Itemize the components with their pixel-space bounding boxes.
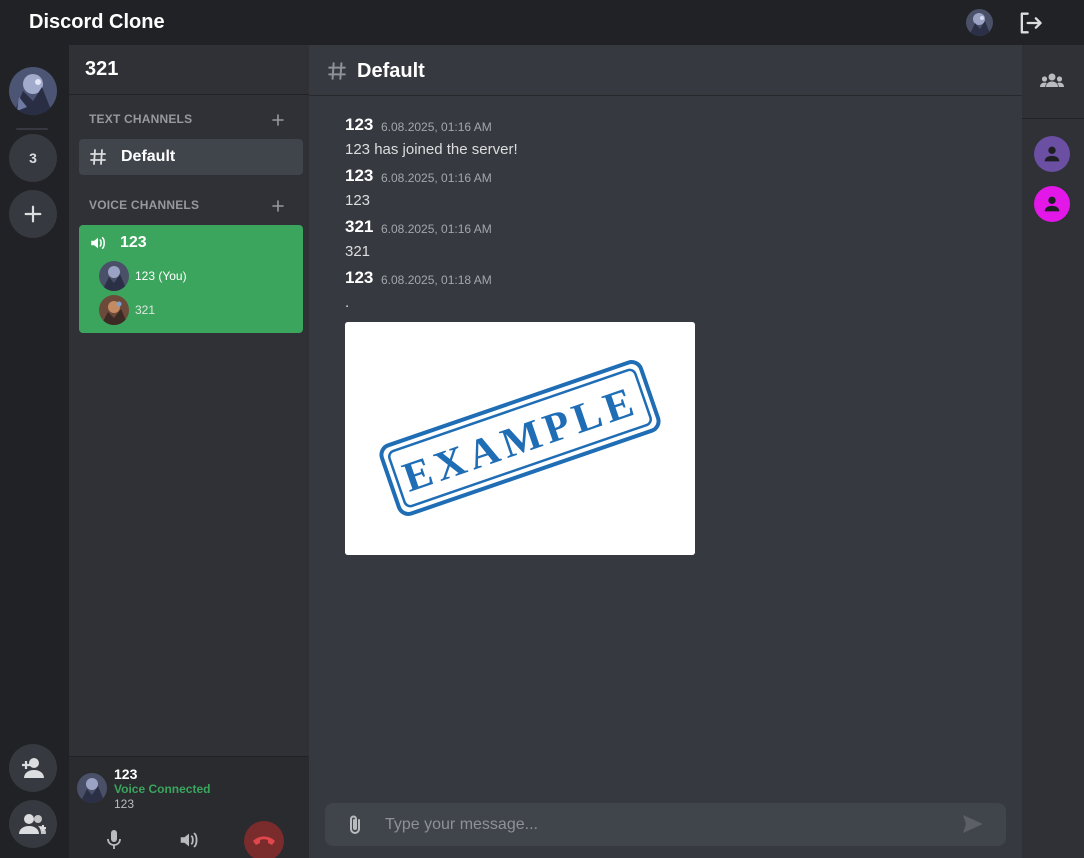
chat-header: Default [309,45,1022,96]
avatar [99,295,129,325]
image-attachment[interactable]: EXAMPLE [345,322,695,555]
avatar [99,261,129,291]
voice-status: Voice Connected [114,782,211,796]
message-time: 6.08.2025, 01:16 AM [381,120,492,134]
avatar[interactable] [77,773,107,803]
voice-channel-header[interactable]: 123 [79,225,303,261]
message-time: 6.08.2025, 01:18 AM [381,273,492,287]
message-author[interactable]: 123 [345,268,373,288]
add-friend-button[interactable] [9,744,57,792]
members-icon [1040,73,1064,87]
hash-icon [90,149,106,165]
voice-channels-label: VOICE CHANNELS [89,198,200,212]
voice-user-name: 321 [135,303,156,317]
message-content: 123 [345,192,371,209]
person-icon [1044,196,1060,212]
text-channels-label: TEXT CHANNELS [89,112,193,126]
message-time: 6.08.2025, 01:16 AM [381,171,492,185]
logout-icon[interactable] [1016,9,1044,37]
server-rail: 3 [0,45,69,858]
voice-user-name: 123 (You) [135,269,187,283]
rail-divider [16,128,48,130]
paperclip-icon [350,815,360,834]
panel-username: 123 [114,766,138,782]
message-composer [325,803,1006,846]
message-content: . [345,294,350,311]
speaker-icon [91,237,105,249]
add-text-channel-button[interactable] [270,112,286,128]
voice-user-other[interactable]: 321 [99,295,299,325]
server-icon[interactable] [9,67,57,115]
voice-channel-123: 123 123 (You) 321 [79,225,303,333]
members-header [1022,45,1084,119]
server-header[interactable]: 321 [69,45,309,95]
channel-title: Default [357,60,425,82]
current-user-avatar[interactable] [966,9,993,36]
attach-button[interactable] [343,813,367,837]
plus-icon [272,200,284,212]
example-stamp-image: EXAMPLE [345,322,695,555]
send-button[interactable] [961,813,989,837]
message-content: 123 has joined the server! [345,141,518,158]
top-bar: Discord Clone [0,0,1084,45]
plus-icon [272,114,284,126]
message-author[interactable]: 123 [345,115,373,135]
members-sidebar [1022,45,1084,858]
message-author[interactable]: 321 [345,217,373,237]
message-content: 321 [345,243,371,260]
hangup-icon [253,836,275,845]
server-count-button[interactable]: 3 [9,134,57,182]
add-server-button[interactable] [9,190,57,238]
members-toggle[interactable] [1039,71,1065,93]
message-time: 6.08.2025, 01:16 AM [381,222,492,236]
text-channel-name: Default [121,148,176,165]
voice-channel-name: 123 [120,234,147,251]
member-avatar-1[interactable] [1034,136,1070,172]
group-button[interactable] [9,800,57,848]
mic-icon [107,830,121,849]
mic-button[interactable] [94,822,134,858]
app-title: Discord Clone [29,11,165,33]
hangup-button[interactable] [244,821,284,858]
hash-icon [328,62,346,80]
voice-channel-label: 123 [114,797,135,811]
person-icon [1044,146,1060,162]
message-author[interactable]: 123 [345,166,373,186]
chat-area: Default 123 6.08.2025, 01:16 AM 123 has … [309,45,1022,858]
message-input[interactable] [385,803,945,846]
send-icon [963,815,983,833]
add-voice-channel-button[interactable] [270,198,286,214]
volume-icon [180,832,198,848]
plus-icon [24,205,42,223]
voice-user-self[interactable]: 123 (You) [99,261,299,291]
user-panel: 123 Voice Connected 123 [69,756,309,858]
member-avatar-2[interactable] [1034,186,1070,222]
text-channel-default[interactable]: Default [79,139,303,175]
volume-button[interactable] [169,822,209,858]
add-friend-icon [22,758,44,778]
channel-sidebar: 321 TEXT CHANNELS Default VOICE CHANNELS… [69,45,309,858]
group-icon [19,814,46,834]
server-name: 321 [85,58,119,80]
